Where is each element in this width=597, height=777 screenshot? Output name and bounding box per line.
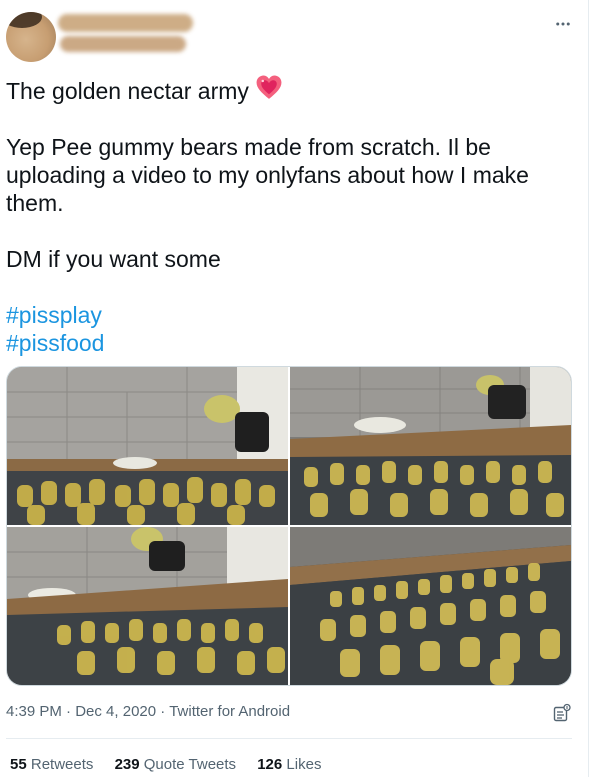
analytics-button[interactable]: [552, 703, 572, 723]
photo-2[interactable]: [290, 367, 571, 525]
timeline-border: [588, 0, 589, 777]
meta-separator: ·: [160, 703, 166, 720]
analytics-icon: [553, 703, 571, 722]
likes-count: 126: [257, 756, 283, 773]
photo-4[interactable]: [290, 527, 571, 685]
tweet-line-1: The golden nectar army: [6, 74, 566, 105]
tweet-source[interactable]: Twitter for Android: [169, 703, 290, 720]
quote-tweets-label: Quote Tweets: [143, 756, 237, 773]
display-name-redacted[interactable]: [58, 14, 193, 32]
username-redacted[interactable]: [60, 36, 186, 52]
tweet-meta: 4:39 PM · Dec 4, 2020 · Twitter for Andr…: [6, 703, 290, 720]
tweet-date[interactable]: Dec 4, 2020: [75, 703, 156, 720]
tweet-stats: 55 Retweets 239 Quote Tweets 126 Likes: [10, 756, 338, 773]
retweets-stat[interactable]: 55 Retweets: [10, 756, 93, 773]
tweet-title-text: The golden nectar army: [6, 78, 249, 104]
photo-4-image: [290, 527, 571, 685]
quote-tweets-stat[interactable]: 239 Quote Tweets: [115, 756, 236, 773]
sparkling-heart-emoji-icon: [256, 75, 282, 99]
tweet-time[interactable]: 4:39 PM: [6, 703, 62, 720]
photo-1[interactable]: [7, 367, 288, 525]
photo-1-image: [7, 367, 288, 525]
photo-3-image: [7, 527, 288, 685]
media-grid: [6, 366, 572, 686]
photo-2-image: [290, 367, 571, 525]
avatar[interactable]: [6, 12, 56, 62]
more-horizontal-icon: [556, 22, 570, 26]
retweets-label: Retweets: [30, 756, 94, 773]
tweet-line-2: Yep Pee gummy bears made from scratch. I…: [6, 134, 529, 216]
quote-tweets-count: 239: [114, 756, 140, 773]
hashtag-link-pissfood[interactable]: #pissfood: [6, 329, 566, 357]
tweet-line-3: DM if you want some: [6, 246, 221, 272]
likes-label: Likes: [286, 756, 322, 773]
photo-3[interactable]: [7, 527, 288, 685]
likes-stat[interactable]: 126 Likes: [257, 756, 321, 773]
more-options-button[interactable]: [549, 10, 577, 38]
hashtag-link-pissplay[interactable]: #pissplay: [6, 301, 566, 329]
retweets-count: 55: [10, 756, 27, 773]
stats-divider: [6, 738, 572, 739]
meta-separator: ·: [66, 703, 72, 720]
tweet-text: The golden nectar army Yep Pee gummy bea…: [6, 74, 566, 357]
